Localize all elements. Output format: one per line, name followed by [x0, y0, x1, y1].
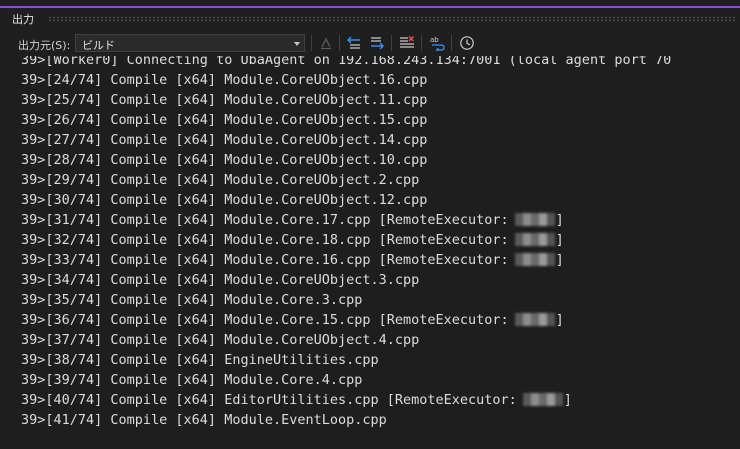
output-line: 39>[36/74] Compile [x64] Module.Core.15.… — [21, 310, 671, 330]
output-line-suffix: ] — [555, 232, 564, 248]
redacted-executor-name — [514, 233, 555, 246]
output-source-label: 出力元(S): — [18, 39, 71, 52]
output-line: 39>[41/74] Compile [x64] Module.EventLoo… — [21, 410, 671, 430]
output-line-text: 39>[39/74] Compile [x64] Module.Core.4.c… — [21, 372, 363, 388]
svg-text:ab: ab — [430, 36, 439, 44]
chevron-down-icon — [294, 42, 300, 46]
output-text-area[interactable]: 39>[Worker0] Connecting to UbaAgent on 1… — [9, 56, 740, 449]
redacted-executor-name — [514, 213, 555, 226]
output-line: 39>[29/74] Compile [x64] Module.CoreUObj… — [21, 170, 671, 190]
output-line-suffix: ] — [563, 392, 572, 408]
clear-all-icon — [400, 35, 415, 48]
output-panel-title-bar[interactable]: 出力 — [0, 6, 740, 30]
output-source-select[interactable]: ビルド — [75, 34, 305, 52]
show-timestamps-button[interactable] — [457, 33, 477, 53]
output-line: 39>[38/74] Compile [x64] EngineUtilities… — [21, 350, 671, 370]
output-line-text: 39>[33/74] Compile [x64] Module.Core.16.… — [21, 252, 509, 268]
find-message-button[interactable] — [316, 33, 336, 53]
output-line: 39>[25/74] Compile [x64] Module.CoreUObj… — [21, 90, 671, 110]
output-line-suffix: ] — [555, 312, 564, 328]
go-to-previous-message-icon — [347, 36, 360, 49]
output-line: 39>[31/74] Compile [x64] Module.Core.17.… — [21, 210, 671, 230]
toggle-word-wrap-icon: ab — [430, 36, 445, 51]
output-line-text: 39>[30/74] Compile [x64] Module.CoreUObj… — [21, 192, 428, 208]
toolbar-separator — [311, 35, 312, 51]
output-line-text: 39>[Worker0] Connecting to UbaAgent on 1… — [21, 56, 672, 68]
output-line-text: 39>[35/74] Compile [x64] Module.Core.3.c… — [21, 292, 363, 308]
find-message-icon — [321, 37, 331, 50]
toolbar-separator — [391, 35, 392, 51]
output-line-text: 39>[28/74] Compile [x64] Module.CoreUObj… — [21, 152, 428, 168]
output-line: 39>[35/74] Compile [x64] Module.Core.3.c… — [21, 290, 671, 310]
output-line-text: 39>[26/74] Compile [x64] Module.CoreUObj… — [21, 112, 428, 128]
output-line: 39>[40/74] Compile [x64] EditorUtilities… — [21, 390, 671, 410]
output-line-text: 39>[27/74] Compile [x64] Module.CoreUObj… — [21, 132, 428, 148]
toolbar-separator — [421, 35, 422, 51]
output-line-suffix: ] — [555, 252, 564, 268]
output-source-value: ビルド — [82, 39, 115, 52]
go-to-next-message-icon — [371, 37, 384, 50]
output-lines: 39>[Worker0] Connecting to UbaAgent on 1… — [21, 56, 671, 430]
output-line-text: 39>[32/74] Compile [x64] Module.Core.18.… — [21, 232, 509, 248]
next-message-button[interactable] — [367, 33, 387, 53]
output-line: 39>[37/74] Compile [x64] Module.CoreUObj… — [21, 330, 671, 350]
output-line: 39>[27/74] Compile [x64] Module.CoreUObj… — [21, 130, 671, 150]
show-timestamps-icon — [460, 36, 474, 50]
output-line-text: 39>[40/74] Compile [x64] EditorUtilities… — [21, 392, 517, 408]
clear-all-button[interactable] — [397, 33, 417, 53]
output-line: 39>[24/74] Compile [x64] Module.CoreUObj… — [21, 70, 671, 90]
output-line: 39>[Worker0] Connecting to UbaAgent on 1… — [21, 56, 671, 70]
output-line: 39>[28/74] Compile [x64] Module.CoreUObj… — [21, 150, 671, 170]
output-line-text: 39>[38/74] Compile [x64] EngineUtilities… — [21, 352, 379, 368]
panel-title: 出力 — [12, 13, 34, 26]
output-line-text: 39>[31/74] Compile [x64] Module.Core.17.… — [21, 212, 509, 228]
output-line: 39>[30/74] Compile [x64] Module.CoreUObj… — [21, 190, 671, 210]
output-line-text: 39>[24/74] Compile [x64] Module.CoreUObj… — [21, 72, 428, 88]
output-line-text: 39>[41/74] Compile [x64] Module.EventLoo… — [21, 412, 387, 428]
title-grip — [48, 16, 736, 22]
previous-message-button[interactable] — [344, 33, 364, 53]
word-wrap-button[interactable]: ab — [427, 33, 447, 53]
toolbar-separator — [339, 35, 340, 51]
output-line-text: 39>[34/74] Compile [x64] Module.CoreUObj… — [21, 272, 420, 288]
output-line: 39>[32/74] Compile [x64] Module.Core.18.… — [21, 230, 671, 250]
output-window: 出力 出力元(S): ビルド ab 39>[Worker0] Connectin… — [0, 0, 740, 449]
output-line: 39>[26/74] Compile [x64] Module.CoreUObj… — [21, 110, 671, 130]
output-line-text: 39>[36/74] Compile [x64] Module.Core.15.… — [21, 312, 509, 328]
output-line: 39>[39/74] Compile [x64] Module.Core.4.c… — [21, 370, 671, 390]
output-line-text: 39>[25/74] Compile [x64] Module.CoreUObj… — [21, 92, 428, 108]
output-line-text: 39>[29/74] Compile [x64] Module.CoreUObj… — [21, 172, 420, 188]
output-line-suffix: ] — [555, 212, 564, 228]
redacted-executor-name — [514, 253, 555, 266]
toolbar-separator — [451, 35, 452, 51]
output-line: 39>[34/74] Compile [x64] Module.CoreUObj… — [21, 270, 671, 290]
redacted-executor-name — [522, 393, 563, 406]
output-toolbar: 出力元(S): ビルド ab — [0, 31, 740, 55]
output-line-text: 39>[37/74] Compile [x64] Module.CoreUObj… — [21, 332, 420, 348]
output-line: 39>[33/74] Compile [x64] Module.Core.16.… — [21, 250, 671, 270]
redacted-executor-name — [514, 313, 555, 326]
